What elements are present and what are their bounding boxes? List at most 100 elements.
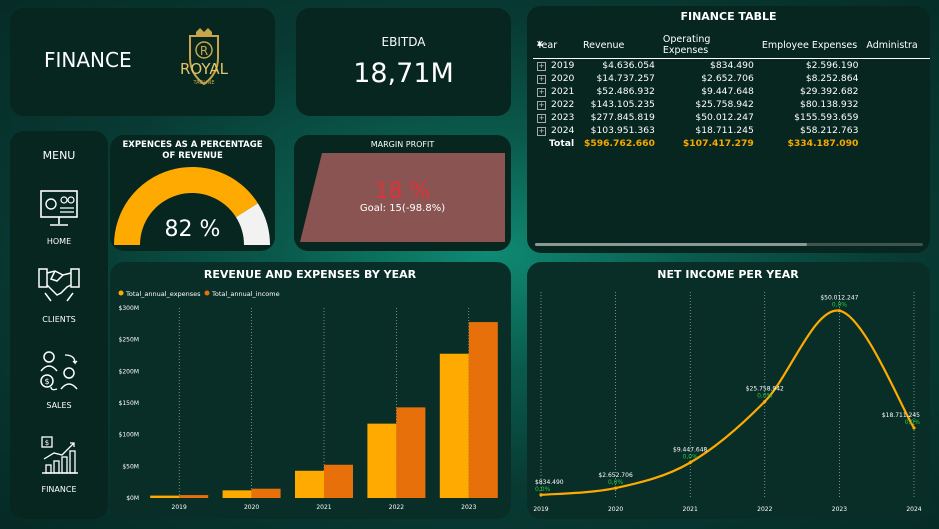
sort-arrow-icon[interactable]: ▲ <box>537 39 542 47</box>
col-revenue[interactable]: Revenue <box>578 34 659 59</box>
finance-table[interactable]: Year Revenue Operating Expenses Employee… <box>533 34 930 150</box>
total-admin <box>862 137 930 150</box>
bar[interactable] <box>439 353 469 498</box>
svg-text:$: $ <box>45 439 49 447</box>
expand-icon[interactable]: + <box>537 101 546 110</box>
col-administrative[interactable]: Administra <box>862 34 930 59</box>
y-tick-label: $150M <box>119 400 139 407</box>
x-tick-label: 2023 <box>461 504 476 511</box>
legend-label: Total_annual_expenses <box>125 290 201 298</box>
sidebar-item-finance[interactable]: $ FINANCE <box>10 435 108 494</box>
data-point[interactable] <box>763 399 767 404</box>
x-tick-label: 2024 <box>906 506 921 513</box>
point-pct-label: 0,0% <box>832 302 848 309</box>
y-tick-label: $200M <box>119 368 139 375</box>
sidebar-item-label: HOME <box>46 237 72 246</box>
cell-employee: $58.212.763 <box>799 125 859 136</box>
cell-year: +2022 <box>537 99 575 110</box>
svg-text:TAGLINE: TAGLINE <box>192 80 214 86</box>
bar[interactable] <box>222 490 252 498</box>
sidebar-item-sales[interactable]: $ SALES <box>10 349 108 410</box>
total-employee: $334.187.090 <box>787 138 859 149</box>
cell-employee: $80.138.932 <box>799 99 859 110</box>
point-value-label: $50.012.247 <box>820 295 858 302</box>
cell-employee: $8.252.864 <box>805 73 859 84</box>
total-revenue: $596.762.660 <box>583 138 655 149</box>
cell-year: +2023 <box>537 112 575 123</box>
cell-employee: $2.596.190 <box>805 60 859 71</box>
cell-admin <box>862 98 930 111</box>
horizontal-scrollbar[interactable] <box>535 243 923 246</box>
svg-text:ROYAL: ROYAL <box>180 60 229 78</box>
cell-year: +2021 <box>537 86 575 97</box>
bar-chart-title: REVENUE AND EXPENSES BY YEAR <box>204 268 417 281</box>
table-row[interactable]: +2023 $277.845.819 $50.012.247 $155.593.659 <box>533 111 930 124</box>
ebitda-label: EBITDA <box>381 35 426 49</box>
point-pct-label: 0,0% <box>683 454 699 461</box>
sidebar-item-home[interactable]: HOME <box>10 189 108 246</box>
handshake-icon <box>38 268 80 302</box>
bar[interactable] <box>251 488 281 498</box>
y-tick-label: $0M <box>126 495 139 502</box>
svg-text:$: $ <box>44 377 49 386</box>
cell-opex: $25.758.942 <box>695 99 754 110</box>
finance-chart-icon: $ <box>41 436 78 474</box>
point-value-label: $2.652.706 <box>598 472 633 479</box>
page-title: FINANCE <box>44 48 132 72</box>
col-operating-expenses[interactable]: Operating Expenses <box>658 34 758 59</box>
point-pct-label: 0,0% <box>535 486 551 493</box>
bar[interactable] <box>295 470 324 498</box>
table-row[interactable]: +2019 $4.636.054 $834.490 $2.596.190 <box>533 59 930 73</box>
x-tick-label: 2022 <box>389 504 404 511</box>
x-tick-label: 2020 <box>244 504 259 511</box>
cell-admin <box>862 111 930 124</box>
bar[interactable] <box>468 322 498 498</box>
x-tick-label: 2020 <box>608 506 623 513</box>
bar[interactable] <box>367 423 397 498</box>
x-tick-label: 2021 <box>316 504 331 511</box>
data-point[interactable] <box>688 461 692 465</box>
cell-admin <box>862 124 930 137</box>
svg-text:R: R <box>200 44 208 58</box>
revenue-expenses-chart: REVENUE AND EXPENSES BY YEAR Total_annual… <box>118 268 498 511</box>
sidebar-item-label: SALES <box>46 401 72 410</box>
sidebar-item-clients[interactable]: CLIENTS <box>10 263 108 324</box>
point-value-label: $834.490 <box>535 479 564 486</box>
table-row[interactable]: +2024 $103.951.363 $18.711.245 $58.212.763 <box>533 124 930 137</box>
data-point[interactable] <box>837 309 841 313</box>
bar[interactable] <box>179 495 209 498</box>
data-point[interactable] <box>539 493 543 497</box>
bar[interactable] <box>396 407 426 498</box>
net-income-chart: NET INCOME PER YEAR 2019 2020 2021 2022 2023 2… <box>533 268 921 513</box>
gauge-value: 82 % <box>164 217 221 242</box>
header-card: FINANCE R ROYAL TAGLINE <box>10 8 275 116</box>
net-income-chart-card: NET INCOME PER YEAR 2019 2020 2021 2022 2023 2… <box>527 262 930 519</box>
menu-title: MENU <box>42 149 76 162</box>
finance-table-title: FINANCE TABLE <box>680 10 777 23</box>
expand-icon[interactable]: + <box>537 75 546 84</box>
table-row[interactable]: +2021 $52.486.932 $9.447.648 $29.392.682 <box>533 85 930 98</box>
line-chart-title: NET INCOME PER YEAR <box>657 268 799 281</box>
legend-marker <box>118 290 124 296</box>
cell-year: +2019 <box>537 60 575 71</box>
bar[interactable] <box>150 495 180 498</box>
finance-table-card: FINANCE TABLE Year Revenue Operating Exp… <box>527 6 930 253</box>
table-row[interactable]: +2020 $14.737.257 $2.652.706 $8.252.864 <box>533 72 930 85</box>
y-tick-label: $300M <box>119 305 139 312</box>
expand-icon[interactable]: + <box>537 62 546 71</box>
col-employee-expenses[interactable]: Employee Expenses <box>757 34 863 59</box>
expand-icon[interactable]: + <box>537 114 546 123</box>
expand-icon[interactable]: + <box>537 88 546 97</box>
cell-opex: $9.447.648 <box>701 86 754 97</box>
dashboard-icon <box>40 190 78 226</box>
total-label: Total <box>549 138 575 149</box>
data-point[interactable] <box>614 486 618 490</box>
bar[interactable] <box>324 464 353 498</box>
expand-icon[interactable]: + <box>537 127 546 136</box>
x-tick-label: 2019 <box>172 504 187 511</box>
data-point[interactable] <box>912 426 916 430</box>
point-value-label: $25.758.942 <box>746 386 784 393</box>
cell-year: +2024 <box>537 125 575 136</box>
table-row[interactable]: +2022 $143.105.235 $25.758.942 $80.138.932 <box>533 98 930 111</box>
sidebar-item-label: FINANCE <box>41 485 77 494</box>
